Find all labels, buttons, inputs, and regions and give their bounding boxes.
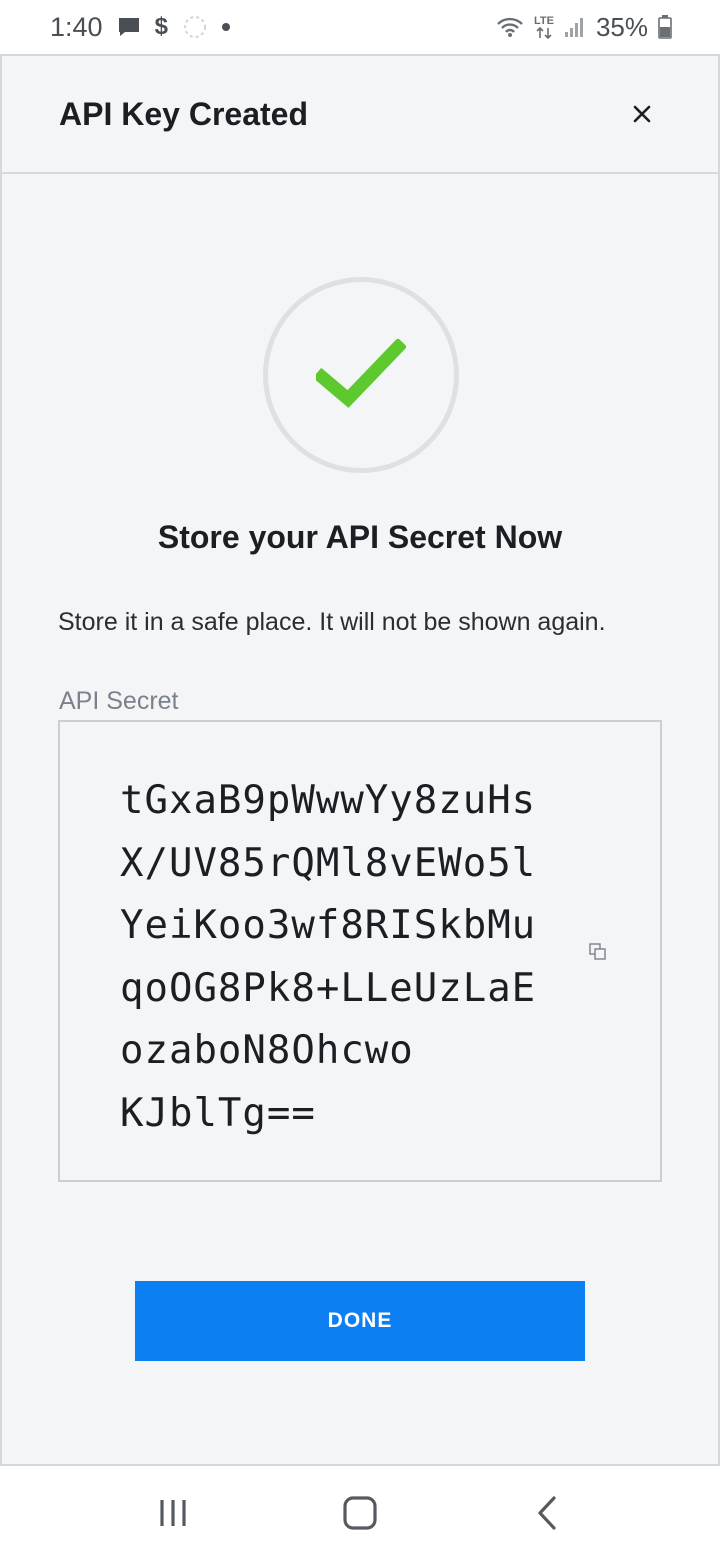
battery-icon — [658, 15, 672, 39]
api-key-dialog: API Key Created Store your API Secret No… — [0, 54, 720, 1466]
app-notification-icon — [182, 14, 208, 40]
back-button[interactable] — [517, 1483, 577, 1543]
api-secret-label: API Secret — [59, 687, 179, 715]
wifi-icon — [496, 16, 524, 38]
status-bar: 1:40 $ LTE 35% — [0, 0, 720, 54]
signal-icon — [564, 16, 586, 38]
api-secret-value[interactable]: tGxaB9pWwwYy8zuHsX/UV85rQMl8vEWo5lYeiKoo… — [120, 770, 560, 1145]
success-indicator — [263, 277, 459, 473]
store-secret-note: Store it in a safe place. It will not be… — [58, 608, 606, 636]
dialog-title: API Key Created — [59, 95, 308, 132]
dialog-header: API Key Created — [2, 56, 718, 174]
status-right: LTE 35% — [496, 12, 672, 43]
store-secret-heading: Store your API Secret Now — [157, 519, 563, 555]
recent-apps-button[interactable] — [143, 1483, 203, 1543]
checkmark-icon — [316, 339, 406, 408]
recent-apps-icon — [160, 1500, 186, 1526]
close-button[interactable] — [622, 94, 662, 134]
dollar-icon: $ — [154, 13, 168, 40]
home-button[interactable] — [330, 1483, 390, 1543]
battery-percent: 35% — [595, 11, 648, 42]
system-nav-bar — [0, 1466, 720, 1560]
lte-icon: LTE — [533, 14, 554, 39]
close-icon — [633, 105, 651, 123]
api-secret-field[interactable]: tGxaB9pWwwYy8zuHsX/UV85rQMl8vEWo5lYeiKoo… — [58, 720, 662, 1182]
lte-label: LTE — [533, 14, 554, 27]
more-notifications-dot — [221, 23, 230, 31]
back-icon — [538, 1496, 556, 1530]
status-time: 1:40 — [50, 11, 103, 42]
done-button[interactable]: DONE — [135, 1281, 585, 1361]
message-icon — [117, 16, 141, 38]
copy-icon[interactable] — [588, 942, 608, 962]
status-left: 1:40 $ — [50, 12, 230, 43]
home-icon — [343, 1496, 377, 1530]
